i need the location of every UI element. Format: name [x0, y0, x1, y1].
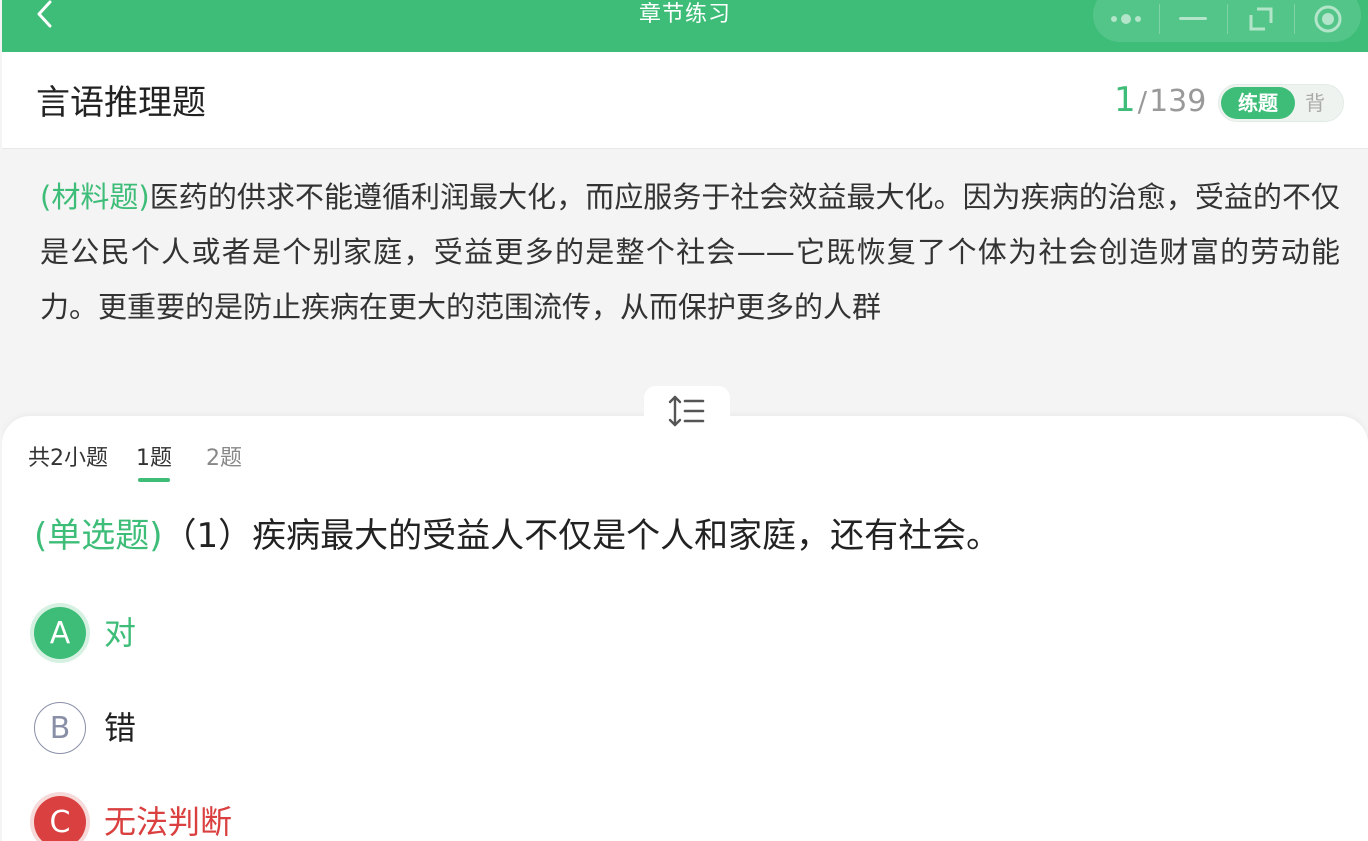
close-circle-icon	[1314, 5, 1342, 33]
line-spacing-icon	[668, 395, 705, 427]
question-progress: 1/139	[1114, 78, 1206, 124]
material-tag: (材料题)	[40, 180, 150, 214]
option-letter-b: B	[34, 702, 86, 754]
restore-button[interactable]	[1228, 0, 1294, 42]
progress-current: 1	[1114, 80, 1136, 120]
minimize-button[interactable]	[1160, 0, 1226, 42]
more-dots-icon	[1111, 14, 1142, 24]
option-letter-a: A	[34, 607, 86, 659]
more-button[interactable]	[1093, 0, 1159, 42]
progress-total: 139	[1149, 84, 1207, 119]
option-a[interactable]: A 对	[34, 604, 136, 662]
question-panel: 共2小题 1题 2题 (单选题)（1）疾病最大的受益人不仅是个人和家庭，还有社会…	[2, 416, 1368, 841]
tab-question-2[interactable]: 2题	[206, 442, 242, 476]
sub-question-count: 共2小题	[28, 446, 108, 471]
tab-question-1[interactable]: 1题	[136, 442, 172, 482]
minimize-icon	[1179, 17, 1208, 20]
window-controls	[1093, 0, 1361, 42]
option-b[interactable]: B 错	[34, 699, 136, 757]
practice-mode-button[interactable]: 练题	[1221, 87, 1295, 119]
app-window: 章节练习 言语推理题 1/139 练题 背 (材料题)医药的供求不能遵循利润最大…	[2, 0, 1368, 841]
mode-toggle: 练题 背	[1218, 84, 1344, 122]
option-c[interactable]: C 无法判断	[34, 793, 232, 841]
option-text-b: 错	[104, 709, 137, 747]
progress-separator: /	[1137, 85, 1148, 118]
question-type-tag: (单选题)	[34, 516, 163, 556]
material-text: 医药的供求不能遵循利润最大化，而应服务于社会效益最大化。因为疾病的治愈，受益的不…	[40, 180, 1340, 324]
option-letter-c: C	[34, 796, 86, 841]
section-title: 言语推理题	[36, 83, 206, 123]
restore-window-icon	[1249, 7, 1273, 31]
option-text-a: 对	[104, 614, 137, 652]
question-stem: (单选题)（1）疾病最大的受益人不仅是个人和家庭，还有社会。	[34, 512, 1000, 560]
sub-question-tabs: 共2小题 1题 2题	[28, 442, 276, 482]
top-bar: 章节练习	[2, 0, 1368, 52]
option-text-c: 无法判断	[104, 803, 233, 841]
question-header: 言语推理题 1/139 练题 背	[2, 52, 1368, 149]
question-text: （1）疾病最大的受益人不仅是个人和家庭，还有社会。	[162, 516, 1001, 556]
panel-drag-handle[interactable]	[644, 386, 730, 436]
close-button[interactable]	[1295, 0, 1361, 42]
material-passage: (材料题)医药的供求不能遵循利润最大化，而应服务于社会效益最大化。因为疾病的治愈…	[40, 170, 1340, 335]
memorize-mode-button[interactable]: 背	[1305, 85, 1325, 121]
